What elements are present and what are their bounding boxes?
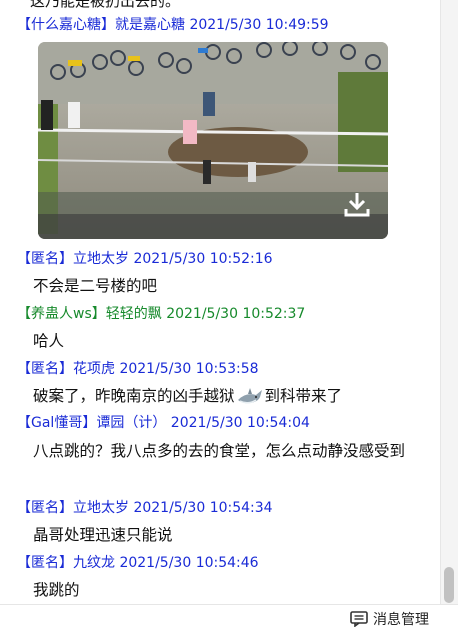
message-manage-button[interactable]: 消息管理: [350, 609, 429, 629]
message-header: 【什么嘉心糖】就是嘉心糖 2021/5/30 10:49:59: [17, 17, 329, 33]
sender-group-tag: 什么嘉心糖: [31, 17, 101, 33]
message-header: 【匿名】立地太岁 2021/5/30 10:54:34: [17, 500, 273, 516]
shared-photo[interactable]: [38, 42, 388, 239]
message-time: 2021/5/30 10:53:58: [119, 361, 259, 377]
sender-name[interactable]: 立地太岁: [73, 500, 129, 516]
sender-group-tag: 匿名: [31, 251, 59, 267]
message-header: 【匿名】立地太岁 2021/5/30 10:52:16: [17, 251, 273, 267]
message-header: 【Gal懂哥】谭园（计） 2021/5/30 10:54:04: [17, 415, 310, 431]
message-text: 我跳的: [33, 581, 80, 599]
message-text: 哈人: [33, 332, 65, 350]
chat-message-list: 这乃能是被扔出去的。 【什么嘉心糖】就是嘉心糖 2021/5/30 10:49:…: [0, 0, 440, 604]
sender-name[interactable]: 就是嘉心糖: [115, 17, 185, 33]
message-text: 破案了，昨晚南京的凶手越狱 到科带来了: [33, 383, 342, 409]
vertical-scrollbar[interactable]: [440, 0, 458, 604]
shark-emoji-icon: [237, 387, 262, 403]
message-text: 不会是二号楼的吧: [33, 277, 158, 295]
message-time: 2021/5/30 10:52:16: [133, 251, 273, 267]
message-time: 2021/5/30 10:54:46: [119, 555, 259, 571]
message-text: 八点跳的？我八点多的去的食堂，怎么点动静没感受到: [33, 442, 406, 460]
sender-group-tag: 匿名: [31, 555, 59, 571]
message-time: 2021/5/30 10:49:59: [189, 17, 329, 33]
message-header: 【匿名】九纹龙 2021/5/30 10:54:46: [17, 555, 259, 571]
sender-name[interactable]: 立地太岁: [73, 251, 129, 267]
sender-name[interactable]: 九纹龙: [73, 555, 115, 571]
sender-name[interactable]: 谭园（计）: [96, 415, 166, 431]
sender-group-tag: 匿名: [31, 361, 59, 377]
sender-group-tag: Gal懂哥: [31, 415, 83, 431]
download-icon[interactable]: [342, 189, 372, 219]
scrollbar-thumb[interactable]: [444, 567, 454, 603]
sender-name[interactable]: 花项虎: [73, 361, 115, 377]
message-time: 2021/5/30 10:52:37: [166, 306, 306, 322]
message-time: 2021/5/30 10:54:34: [133, 500, 273, 516]
message-header: 【养蛊人ws】轻轻的飘 2021/5/30 10:52:37: [17, 306, 306, 322]
sender-group-tag: 匿名: [31, 500, 59, 516]
message-manage-label: 消息管理: [373, 612, 429, 628]
partial-message-text: 这乃能是被扔出去的。: [30, 0, 181, 10]
sender-name[interactable]: 轻轻的飘: [106, 306, 162, 322]
sender-group-tag: 养蛊人ws: [31, 306, 92, 322]
message-manage-icon: [350, 611, 368, 627]
message-time: 2021/5/30 10:54:04: [170, 415, 310, 431]
message-text-part: 破案了，昨晚南京的凶手越狱: [33, 387, 235, 405]
message-text: 晶哥处理迅速只能说: [33, 526, 173, 544]
message-header: 【匿名】花项虎 2021/5/30 10:53:58: [17, 361, 259, 377]
bottom-toolbar: 消息管理: [0, 604, 458, 629]
message-text-part: 到科带来了: [264, 387, 343, 405]
photo-image: [38, 42, 388, 239]
